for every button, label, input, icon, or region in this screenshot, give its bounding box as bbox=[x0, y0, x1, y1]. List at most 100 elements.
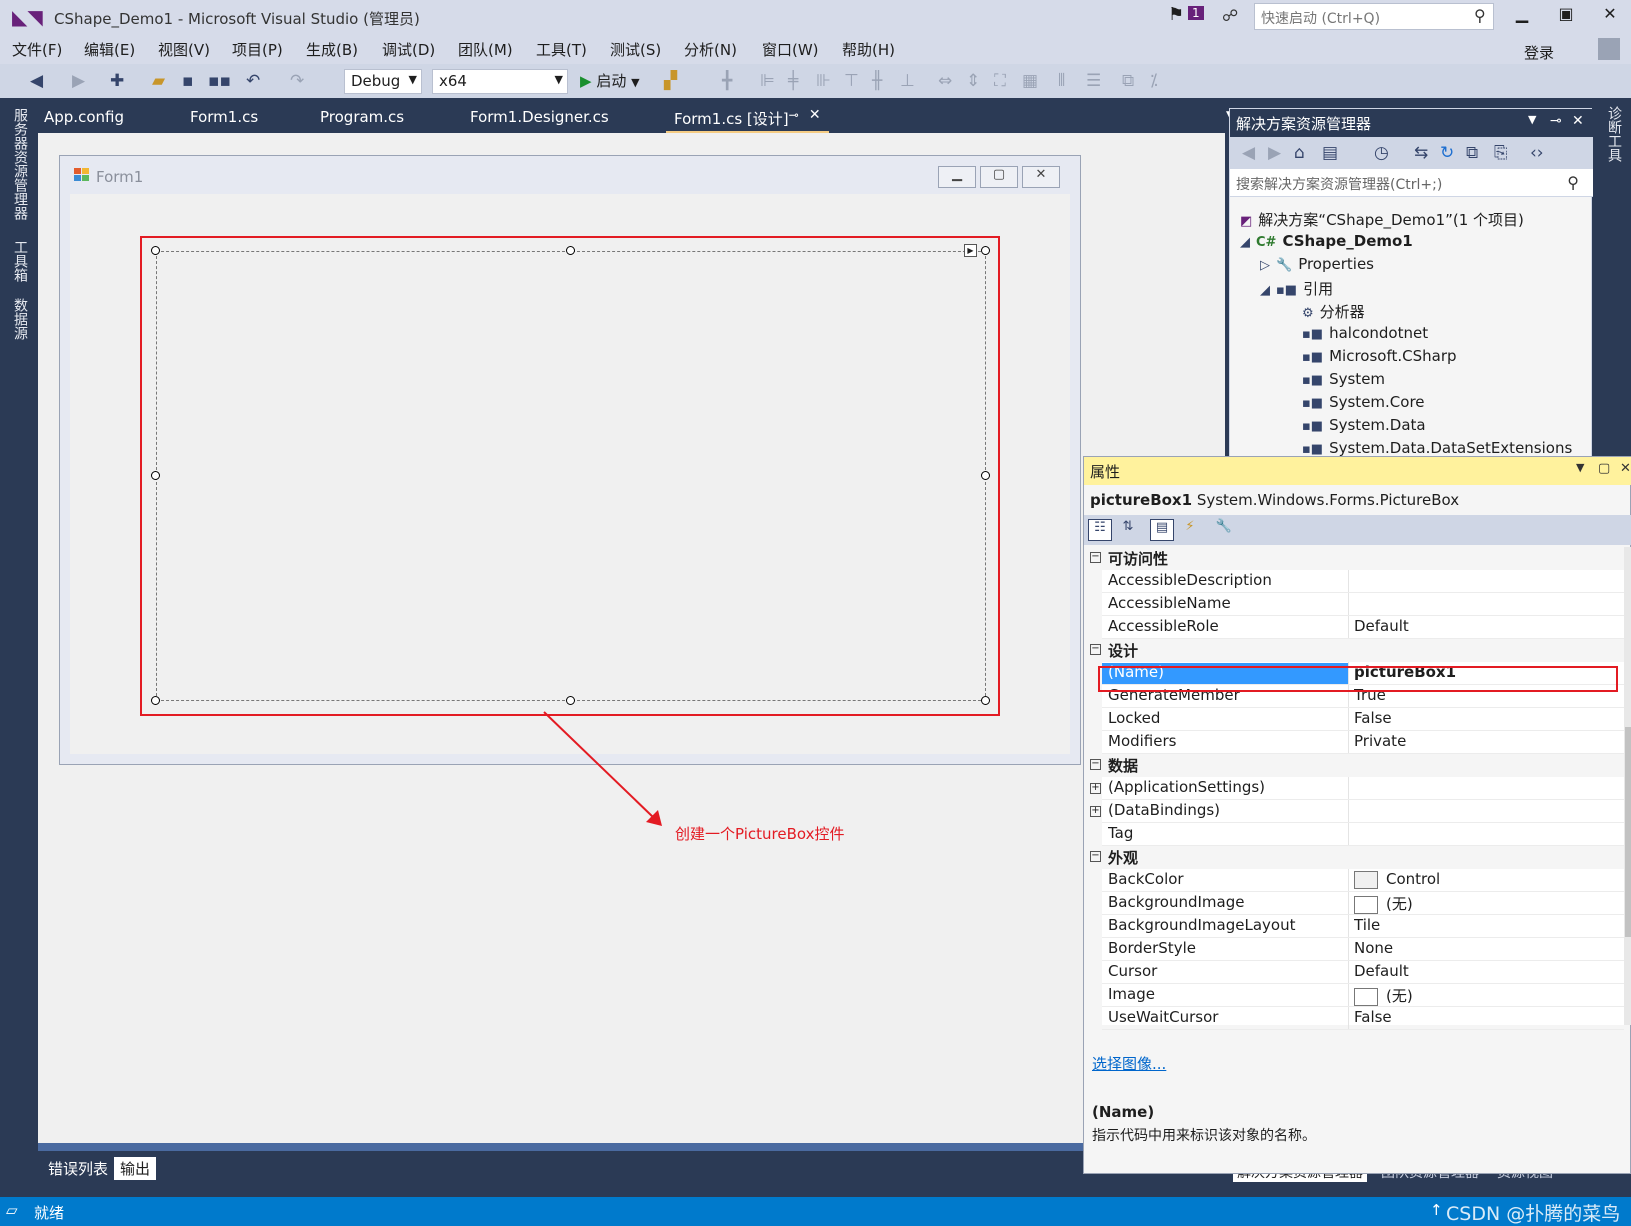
expand-icon[interactable]: + bbox=[1090, 783, 1101, 794]
menu-test[interactable]: 测试(S) bbox=[610, 39, 661, 60]
resize-handle[interactable] bbox=[151, 696, 160, 705]
account-icon[interactable] bbox=[1598, 38, 1620, 60]
properties-view-icon[interactable]: ▤ bbox=[1150, 519, 1174, 541]
property-row[interactable]: AccessibleDescription bbox=[1084, 570, 1624, 593]
category-appearance[interactable]: − 外观 bbox=[1084, 846, 1624, 869]
search-icon[interactable]: ⚲ bbox=[1567, 173, 1579, 192]
tab-form1-designer-cs[interactable]: Form1.Designer.cs bbox=[470, 108, 609, 126]
chevron-down-icon[interactable]: ▼ bbox=[1528, 113, 1536, 126]
menu-tools[interactable]: 工具(T) bbox=[536, 39, 587, 60]
toolbox-tab[interactable]: 工具箱 bbox=[8, 240, 30, 282]
collapse-icon[interactable]: − bbox=[1090, 759, 1101, 770]
feedback-icon[interactable]: ☍ bbox=[1222, 6, 1238, 25]
tree-analyzers[interactable]: ⚙ 分析器 bbox=[1302, 301, 1365, 322]
navigate-forward-icon[interactable]: ▶ bbox=[72, 71, 85, 91]
tab-program-cs[interactable]: Program.cs bbox=[320, 108, 404, 126]
search-icon[interactable]: ⚲ bbox=[1474, 6, 1486, 25]
resize-handle[interactable] bbox=[981, 246, 990, 255]
menu-view[interactable]: 视图(V) bbox=[158, 39, 210, 60]
categorized-icon[interactable]: ☷ bbox=[1088, 519, 1112, 541]
tree-reference-item[interactable]: ▪■ System bbox=[1302, 370, 1385, 388]
back-icon[interactable]: ◀ bbox=[1242, 143, 1255, 163]
tree-project[interactable]: ◢ C# CShape_Demo1 bbox=[1240, 232, 1413, 250]
menu-help[interactable]: 帮助(H) bbox=[842, 39, 895, 60]
sync-icon[interactable]: ⇆ bbox=[1414, 143, 1428, 163]
events-lightning-icon[interactable]: ⚡ bbox=[1178, 519, 1202, 541]
redo-icon[interactable]: ↷ bbox=[290, 71, 304, 91]
switch-views-icon[interactable]: ▤ bbox=[1322, 143, 1338, 163]
tree-reference-item[interactable]: ▪■ System.Data bbox=[1302, 416, 1426, 434]
maximize-button[interactable]: ▣ bbox=[1546, 4, 1586, 30]
menu-team[interactable]: 团队(M) bbox=[458, 39, 513, 60]
property-row[interactable]: BackgroundImageLayout Tile bbox=[1084, 915, 1624, 938]
collapse-icon[interactable]: − bbox=[1090, 552, 1101, 563]
solution-search-input[interactable]: 搜索解决方案资源管理器(Ctrl+;) bbox=[1230, 169, 1593, 197]
platform-dropdown[interactable]: x64 ▼ bbox=[432, 69, 568, 94]
notification-badge[interactable]: 1 bbox=[1188, 6, 1204, 20]
tree-references[interactable]: ◢ ▪■ 引用 bbox=[1260, 278, 1333, 299]
save-all-icon[interactable]: ▪▪ bbox=[208, 71, 231, 91]
tab-form1-design[interactable]: Form1.cs [设计] ⊸ ✕ bbox=[666, 104, 829, 133]
alphabetical-icon[interactable]: ⇅ bbox=[1116, 519, 1140, 541]
tab-error-list[interactable]: 错误列表 bbox=[42, 1157, 114, 1180]
server-explorer-tab[interactable]: 服务器资源管理器 bbox=[8, 108, 30, 220]
pin-icon[interactable]: ⊸ bbox=[789, 108, 799, 122]
property-row[interactable]: UseWaitCursor False bbox=[1084, 1007, 1624, 1030]
pending-changes-icon[interactable]: ◷ bbox=[1374, 143, 1389, 163]
collapse-icon[interactable]: − bbox=[1090, 644, 1101, 655]
resize-handle[interactable] bbox=[981, 696, 990, 705]
collapse-icon[interactable]: − bbox=[1090, 851, 1101, 862]
resize-handle[interactable] bbox=[151, 246, 160, 255]
tree-solution[interactable]: ◩ 解决方案“CShape_Demo1”(1 个项目) bbox=[1240, 209, 1524, 230]
new-project-icon[interactable]: ✚ bbox=[110, 71, 124, 91]
property-row[interactable]: Locked False bbox=[1084, 708, 1624, 731]
login-link[interactable]: 登录 bbox=[1524, 42, 1554, 63]
resize-handle[interactable] bbox=[151, 471, 160, 480]
publish-arrow-icon[interactable]: ↑ bbox=[1430, 1201, 1443, 1219]
property-row[interactable]: BackgroundImage (无) bbox=[1084, 892, 1624, 915]
configuration-dropdown[interactable]: Debug ▼ bbox=[344, 69, 422, 94]
collapsed-arrow-icon[interactable]: ▷ bbox=[1260, 258, 1270, 273]
tree-reference-item[interactable]: ▪■ System.Data.DataSetExtensions bbox=[1302, 439, 1572, 457]
diagnostic-tools-tab[interactable]: 诊断工具 bbox=[1602, 106, 1624, 162]
tab-form1-cs[interactable]: Form1.cs bbox=[190, 108, 258, 126]
chevron-down-icon[interactable]: ▼ bbox=[1576, 461, 1584, 474]
menu-analyze[interactable]: 分析(N) bbox=[684, 39, 737, 60]
save-icon[interactable]: ▪ bbox=[182, 71, 194, 91]
tree-reference-item[interactable]: ▪■ System.Core bbox=[1302, 393, 1425, 411]
refresh-icon[interactable]: ↻ bbox=[1440, 143, 1454, 163]
tab-app-config[interactable]: App.config bbox=[44, 108, 124, 126]
smart-tag-icon[interactable]: ▶ bbox=[964, 244, 977, 257]
property-row[interactable]: AccessibleRole Default bbox=[1084, 616, 1624, 639]
expand-icon[interactable]: + bbox=[1090, 806, 1101, 817]
menu-window[interactable]: 窗口(W) bbox=[762, 39, 819, 60]
expanded-arrow-icon[interactable]: ◢ bbox=[1260, 283, 1270, 298]
show-all-files-icon[interactable]: ⎘ bbox=[1494, 143, 1508, 163]
close-icon[interactable]: ✕ bbox=[1572, 113, 1584, 129]
picturebox-control[interactable] bbox=[151, 246, 990, 705]
tree-reference-item[interactable]: ▪■ halcondotnet bbox=[1302, 324, 1428, 342]
view-code-icon[interactable]: ‹› bbox=[1530, 143, 1544, 163]
category-data[interactable]: − 数据 bbox=[1084, 754, 1624, 777]
category-accessibility[interactable]: − 可访问性 bbox=[1084, 547, 1624, 570]
maximize-icon[interactable]: ▢ bbox=[1598, 461, 1610, 476]
expanded-arrow-icon[interactable]: ◢ bbox=[1240, 235, 1250, 250]
tree-reference-item[interactable]: ▪■ Microsoft.CSharp bbox=[1302, 347, 1457, 365]
scrollbar-thumb[interactable] bbox=[1625, 727, 1631, 937]
tab-output[interactable]: 输出 bbox=[114, 1157, 157, 1180]
navigate-back-icon[interactable]: ◀ bbox=[30, 71, 43, 91]
property-row[interactable]: BackColor Control bbox=[1084, 869, 1624, 892]
tree-properties[interactable]: ▷ 🔧 Properties bbox=[1260, 255, 1374, 273]
property-row[interactable]: Image (无) bbox=[1084, 984, 1624, 1007]
minimize-button[interactable]: ▁ bbox=[1502, 4, 1542, 30]
collapse-all-icon[interactable]: ⧉ bbox=[1466, 143, 1478, 163]
start-debugging-button[interactable]: ▶ 启动 ▼ bbox=[580, 70, 640, 91]
property-row[interactable]: Tag bbox=[1084, 823, 1624, 846]
property-row[interactable]: BorderStyle None bbox=[1084, 938, 1624, 961]
close-tab-icon[interactable]: ✕ bbox=[809, 107, 821, 123]
property-row[interactable]: AccessibleName bbox=[1084, 593, 1624, 616]
property-pages-icon[interactable]: 🔧 bbox=[1212, 519, 1236, 541]
resize-handle[interactable] bbox=[566, 246, 575, 255]
forward-icon[interactable]: ▶ bbox=[1268, 143, 1281, 163]
undo-icon[interactable]: ↶ bbox=[246, 71, 260, 91]
